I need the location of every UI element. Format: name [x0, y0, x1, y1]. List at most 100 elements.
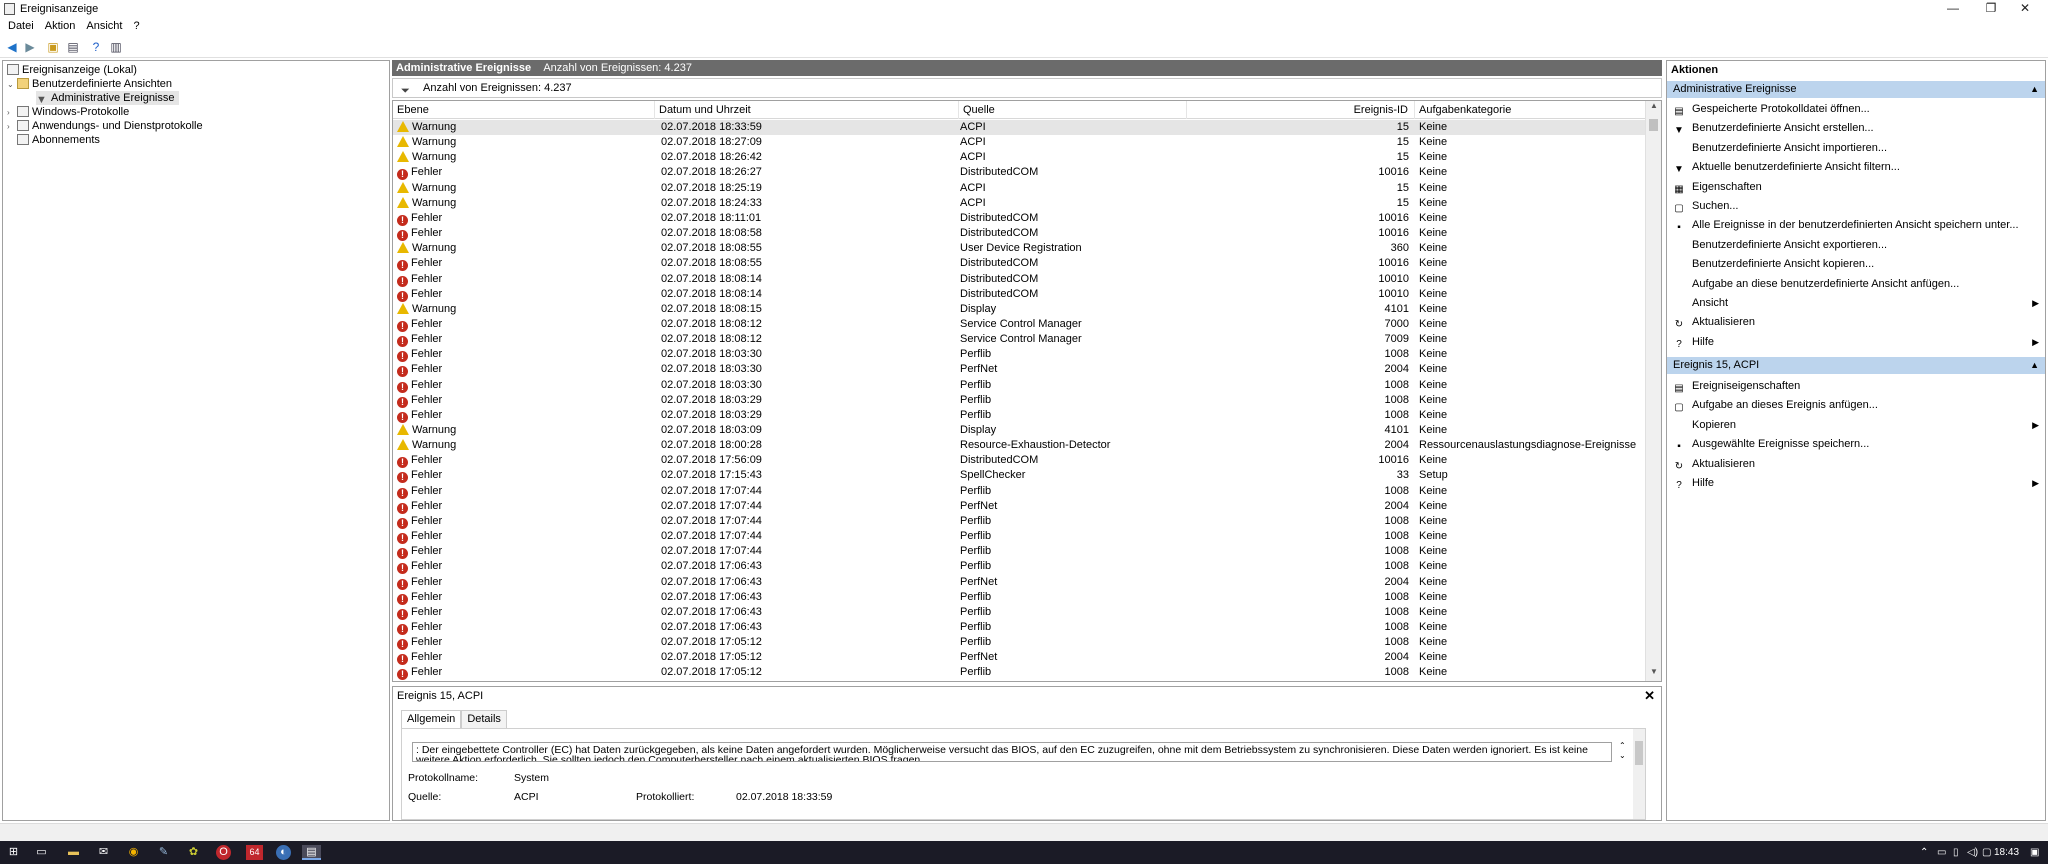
action-item[interactable]: ▦ Eigenschaften: [1673, 178, 2041, 196]
action-item[interactable]: ▢ Suchen...: [1673, 197, 2041, 215]
scroll-up-icon[interactable]: ▲: [1646, 101, 1661, 115]
chevron-down-icon[interactable]: ⌄: [7, 78, 17, 92]
scroll-down-icon[interactable]: ▼: [1646, 667, 1661, 681]
back-arrow-icon[interactable]: ◀: [4, 39, 20, 55]
table-row[interactable]: ! Fehler 02.07.2018 18:08:14 DistributedCOM…: [393, 287, 1645, 302]
tree-windows-logs[interactable]: › Windows-Protokolle: [7, 105, 129, 119]
table-row[interactable]: ! Fehler 02.07.2018 17:06:43 Perflib 1008 Kei…: [393, 620, 1645, 635]
table-row[interactable]: Warnung 02.07.2018 18:08:15 Display 4101 Kei…: [393, 302, 1645, 317]
tree-subscriptions[interactable]: Abonnements: [17, 133, 100, 147]
actions-section-view[interactable]: Administrative Ereignisse ▲: [1667, 81, 2045, 98]
table-row[interactable]: Warnung 02.07.2018 18:25:19 ACPI 15 Keine: [393, 181, 1645, 196]
folder-up-icon[interactable]: ▣: [45, 39, 61, 55]
table-row[interactable]: ! Fehler 02.07.2018 18:03:30 Perflib 1008 Kei…: [393, 378, 1645, 393]
tray-chevron-up-icon[interactable]: ⌃: [1920, 845, 1928, 860]
detail-scroll-thumb[interactable]: [1635, 741, 1643, 765]
col-category[interactable]: Aufgabenkategorie: [1415, 101, 1645, 119]
action-item[interactable]: Ansicht ▶: [1673, 294, 2041, 312]
actions-section-event[interactable]: Ereignis 15, ACPI ▲: [1667, 357, 2045, 374]
collapse-icon[interactable]: ▲: [2030, 81, 2039, 98]
action-item[interactable]: Kopieren ▶: [1673, 416, 2041, 434]
scroll-thumb[interactable]: [1649, 119, 1658, 131]
table-row[interactable]: Warnung 02.07.2018 18:08:55 User Device Re…: [393, 241, 1645, 256]
tab-details[interactable]: Details: [461, 710, 507, 728]
collapse-icon[interactable]: ▲: [2030, 357, 2039, 374]
table-row[interactable]: ! Fehler 02.07.2018 18:26:27 DistributedCOM…: [393, 165, 1645, 181]
table-row[interactable]: ! Fehler 02.07.2018 17:06:43 Perflib 1008 Kei…: [393, 590, 1645, 605]
action-item[interactable]: Benutzerdefinierte Ansicht importieren..…: [1673, 139, 2041, 157]
mail-icon[interactable]: ✉: [96, 845, 111, 860]
table-row[interactable]: ! Fehler 02.07.2018 18:11:01 DistributedCOM…: [393, 211, 1645, 226]
table-row[interactable]: Warnung 02.07.2018 18:03:09 Display 4101 Kei…: [393, 423, 1645, 438]
tree-root[interactable]: Ereignisanzeige (Lokal): [7, 63, 137, 77]
chrome-icon[interactable]: ◉: [126, 845, 141, 860]
action-item[interactable]: ▪ Alle Ereignisse in der benutzerdefinier…: [1673, 216, 2041, 234]
action-item[interactable]: ↻ Aktualisieren: [1673, 455, 2041, 473]
table-row[interactable]: Warnung 02.07.2018 18:00:28 Resource-Exhau…: [393, 438, 1645, 453]
action-item[interactable]: ↻ Aktualisieren: [1673, 313, 2041, 331]
chevron-up-icon[interactable]: ⌃: [1619, 741, 1626, 750]
table-row[interactable]: ! Fehler 02.07.2018 17:06:43 Perflib 1008 Kei…: [393, 559, 1645, 575]
app-icon[interactable]: ✿: [186, 845, 201, 860]
table-row[interactable]: ! Fehler 02.07.2018 18:03:30 Perflib 1008 Kei…: [393, 347, 1645, 363]
app-64-icon[interactable]: 64: [246, 845, 263, 860]
action-item[interactable]: ▢ Aufgabe an dieses Ereignis anfügen...: [1673, 396, 2041, 414]
close-icon[interactable]: ✕: [1644, 688, 1655, 704]
menu-ansicht[interactable]: Ansicht: [86, 19, 122, 34]
network-icon[interactable]: ▭: [1937, 845, 1946, 860]
forward-arrow-icon[interactable]: ▶: [22, 39, 38, 55]
volume-icon[interactable]: ◁): [1967, 845, 1978, 860]
table-row[interactable]: ! Fehler 02.07.2018 18:08:12 Service Contro…: [393, 317, 1645, 332]
table-row[interactable]: Warnung 02.07.2018 18:26:42 ACPI 15 Keine: [393, 150, 1645, 165]
table-row[interactable]: ! Fehler 02.07.2018 18:08:14 DistributedCOM…: [393, 272, 1645, 287]
windows-start-icon[interactable]: ⊞: [6, 845, 21, 860]
event-viewer-task-icon[interactable]: ▤: [302, 845, 321, 860]
table-row[interactable]: ! Fehler 02.07.2018 17:15:43 SpellChecker 33…: [393, 468, 1645, 484]
action-item[interactable]: Aufgabe an diese benutzerdefinierte Ansi…: [1673, 275, 2041, 293]
grid-scrollbar[interactable]: ▲ ▼: [1645, 101, 1661, 681]
table-row[interactable]: ! Fehler 02.07.2018 17:06:43 Perflib 1008 Kei…: [393, 605, 1645, 620]
action-item[interactable]: ▤ Gespeicherte Protokolldatei öffnen...: [1673, 100, 2041, 118]
table-row[interactable]: ! Fehler 02.07.2018 17:05:12 PerfNet 2004 Kei…: [393, 650, 1645, 666]
action-pane-icon[interactable]: ▥: [108, 39, 124, 55]
app-icon[interactable]: ◐: [276, 845, 291, 860]
table-row[interactable]: ! Fehler 02.07.2018 17:07:44 Perflib 1008 Kei…: [393, 484, 1645, 499]
console-tree-icon[interactable]: ▤: [65, 39, 81, 55]
action-item[interactable]: ? Hilfe ▶: [1673, 474, 2041, 492]
menu-datei[interactable]: Datei: [8, 19, 34, 34]
tree-app-logs[interactable]: › Anwendungs- und Dienstprotokolle: [7, 119, 203, 133]
table-row[interactable]: ! Fehler 02.07.2018 18:08:55 DistributedCOM…: [393, 256, 1645, 272]
table-row[interactable]: Warnung 02.07.2018 18:27:09 ACPI 15 Keine: [393, 135, 1645, 150]
col-level[interactable]: Ebene: [393, 101, 655, 119]
col-date[interactable]: Datum und Uhrzeit: [655, 101, 959, 119]
task-view-icon[interactable]: ▭: [34, 845, 49, 860]
table-row[interactable]: ! Fehler 02.07.2018 17:07:44 Perflib 1008 Kei…: [393, 514, 1645, 529]
chevron-down-icon[interactable]: ⌄: [1619, 751, 1626, 760]
table-row[interactable]: ! Fehler 02.07.2018 18:08:12 Service Contro…: [393, 332, 1645, 348]
table-row[interactable]: ! Fehler 02.07.2018 17:07:44 Perflib 1008 Kei…: [393, 529, 1645, 545]
table-row[interactable]: ! Fehler 02.07.2018 18:03:29 Perflib 1008 Kei…: [393, 408, 1645, 423]
clock[interactable]: 18:43: [1994, 845, 2019, 860]
chevron-right-icon[interactable]: ›: [7, 106, 17, 120]
file-explorer-icon[interactable]: ▬: [66, 845, 81, 860]
action-item[interactable]: ▤ Ereigniseigenschaften: [1673, 377, 2041, 395]
table-row[interactable]: ! Fehler 02.07.2018 17:07:44 Perflib 1008 Kei…: [393, 544, 1645, 560]
notification-icon[interactable]: ▢: [1982, 845, 1991, 860]
table-row[interactable]: ! Fehler 02.07.2018 17:56:09 DistributedCOM…: [393, 453, 1645, 469]
action-item[interactable]: ▼ Benutzerdefinierte Ansicht erstellen...: [1673, 119, 2041, 137]
close-button[interactable]: ✕: [2002, 0, 2048, 18]
action-item[interactable]: ▪ Ausgewählte Ereignisse speichern...: [1673, 435, 2041, 453]
col-source[interactable]: Quelle: [959, 101, 1187, 119]
table-row[interactable]: Warnung 02.07.2018 18:24:33 ACPI 15 Keine: [393, 196, 1645, 211]
table-row[interactable]: ! Fehler 02.07.2018 18:03:29 Perflib 1008 Kei…: [393, 393, 1645, 408]
table-row[interactable]: ! Fehler 02.07.2018 17:05:12 Perflib 1008 Kei…: [393, 665, 1645, 681]
menu-aktion[interactable]: Aktion: [45, 19, 76, 34]
chevron-right-icon[interactable]: ›: [7, 120, 17, 134]
detail-scrollbar[interactable]: [1633, 729, 1645, 819]
table-row[interactable]: ! Fehler 02.07.2018 17:07:44 PerfNet 2004 Kei…: [393, 499, 1645, 514]
table-row[interactable]: Warnung 02.07.2018 18:33:59 ACPI 15 Keine: [393, 120, 1645, 136]
action-item[interactable]: Benutzerdefinierte Ansicht exportieren..…: [1673, 236, 2041, 254]
help-icon[interactable]: ?: [88, 39, 104, 55]
tree-custom-views[interactable]: ⌄ Benutzerdefinierte Ansichten: [7, 77, 172, 91]
table-row[interactable]: ! Fehler 02.07.2018 17:05:12 Perflib 1008 Kei…: [393, 635, 1645, 651]
